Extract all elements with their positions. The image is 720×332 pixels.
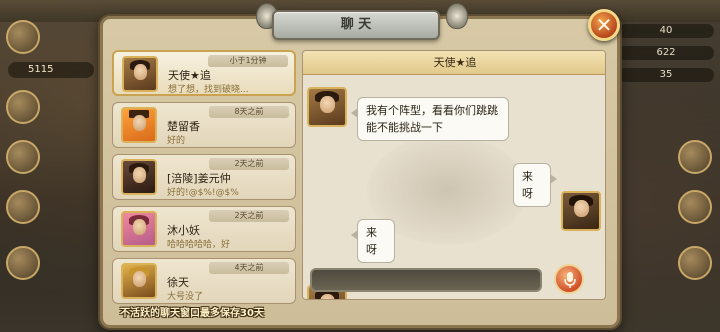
chat-header-name: 天使★追 <box>303 51 605 75</box>
close-icon: ✕ <box>595 13 613 37</box>
dialog-title: 聊 天 <box>272 10 440 40</box>
background-right-hud: 40 622 35 <box>612 20 720 280</box>
message-bubble: 来呀 <box>513 163 557 207</box>
message-text: 我有个阵型，看看你们跳跳 <box>366 104 498 117</box>
contact-preview: 想了想，找到破晓... <box>168 85 249 95</box>
menu-icon <box>678 140 712 174</box>
contact-name: 天使★追 <box>168 69 211 82</box>
close-button[interactable]: ✕ <box>588 9 620 41</box>
avatar-warrior <box>121 159 157 195</box>
contact-item[interactable]: 2天之前 沐小妖 哈哈哈哈哈，好 <box>112 206 296 252</box>
menu-icon <box>678 246 712 280</box>
contact-time: 小于1分钟 <box>208 55 288 67</box>
menu-icon <box>678 190 712 224</box>
contact-item[interactable]: 4天之前 徐天 大号没了 <box>112 258 296 304</box>
message-text: 来呀 <box>366 226 377 256</box>
contact-item[interactable]: 2天之前 [涪陵]姜元仲 好的!@$%!@$% <box>112 154 296 200</box>
contact-name: [涪陵]姜元仲 <box>167 172 231 185</box>
background-left-hud: 5115 <box>0 20 110 320</box>
footer-note: 不活跃的聊天窗口最多保存30天 <box>120 308 264 319</box>
contact-time: 2天之前 <box>209 158 289 170</box>
menu-icon <box>6 90 40 124</box>
avatar-golden-helmet <box>121 263 157 299</box>
contact-list[interactable]: 小于1分钟 天使★追 想了想，找到破晓... 8天之前 楚留香 好的 2天之前 … <box>112 50 298 304</box>
avatar-general <box>122 56 158 92</box>
contact-name: 沐小妖 <box>167 224 200 237</box>
menu-icon <box>6 140 40 174</box>
contact-name: 徐天 <box>167 276 189 289</box>
message-avatar <box>561 191 601 231</box>
message-avatar <box>307 87 347 127</box>
contact-time: 8天之前 <box>209 106 289 118</box>
background-stat-right: 35 <box>618 68 714 82</box>
chat-window[interactable]: 天使★追 我有个阵型，看看你们跳跳 能不能挑战一下 来呀 来呀 <box>302 50 606 300</box>
contact-name: 楚留香 <box>167 120 200 133</box>
background-stat-right: 40 <box>618 24 714 38</box>
contact-time: 4天之前 <box>209 262 289 274</box>
contact-item[interactable]: 8天之前 楚留香 好的 <box>112 102 296 148</box>
background-stat-right: 622 <box>618 46 714 60</box>
message-text: 来呀 <box>522 170 533 200</box>
chat-input[interactable] <box>310 268 542 292</box>
contact-preview: 好的!@$%!@$% <box>167 188 239 198</box>
background-stat-left: 5115 <box>8 62 94 78</box>
menu-icon <box>6 190 40 224</box>
message-text: 能不能挑战一下 <box>366 121 443 134</box>
title-ornament-right <box>446 3 468 29</box>
menu-icon <box>6 246 40 280</box>
contact-preview: 哈哈哈哈哈，好 <box>167 240 231 250</box>
voice-button[interactable] <box>554 264 584 294</box>
microphone-icon <box>564 272 576 288</box>
contact-item[interactable]: 小于1分钟 天使★追 想了想，找到破晓... <box>112 50 296 96</box>
message-bubble: 我有个阵型，看看你们跳跳 能不能挑战一下 <box>351 97 509 141</box>
avatar-tiger-hat <box>121 107 157 143</box>
player-avatar-icon <box>6 20 40 54</box>
contact-time: 2天之前 <box>209 210 289 222</box>
avatar-lady <box>121 211 157 247</box>
contact-preview: 好的 <box>167 136 186 146</box>
contact-preview: 大号没了 <box>167 292 204 302</box>
message-bubble: 来呀 <box>351 219 395 263</box>
